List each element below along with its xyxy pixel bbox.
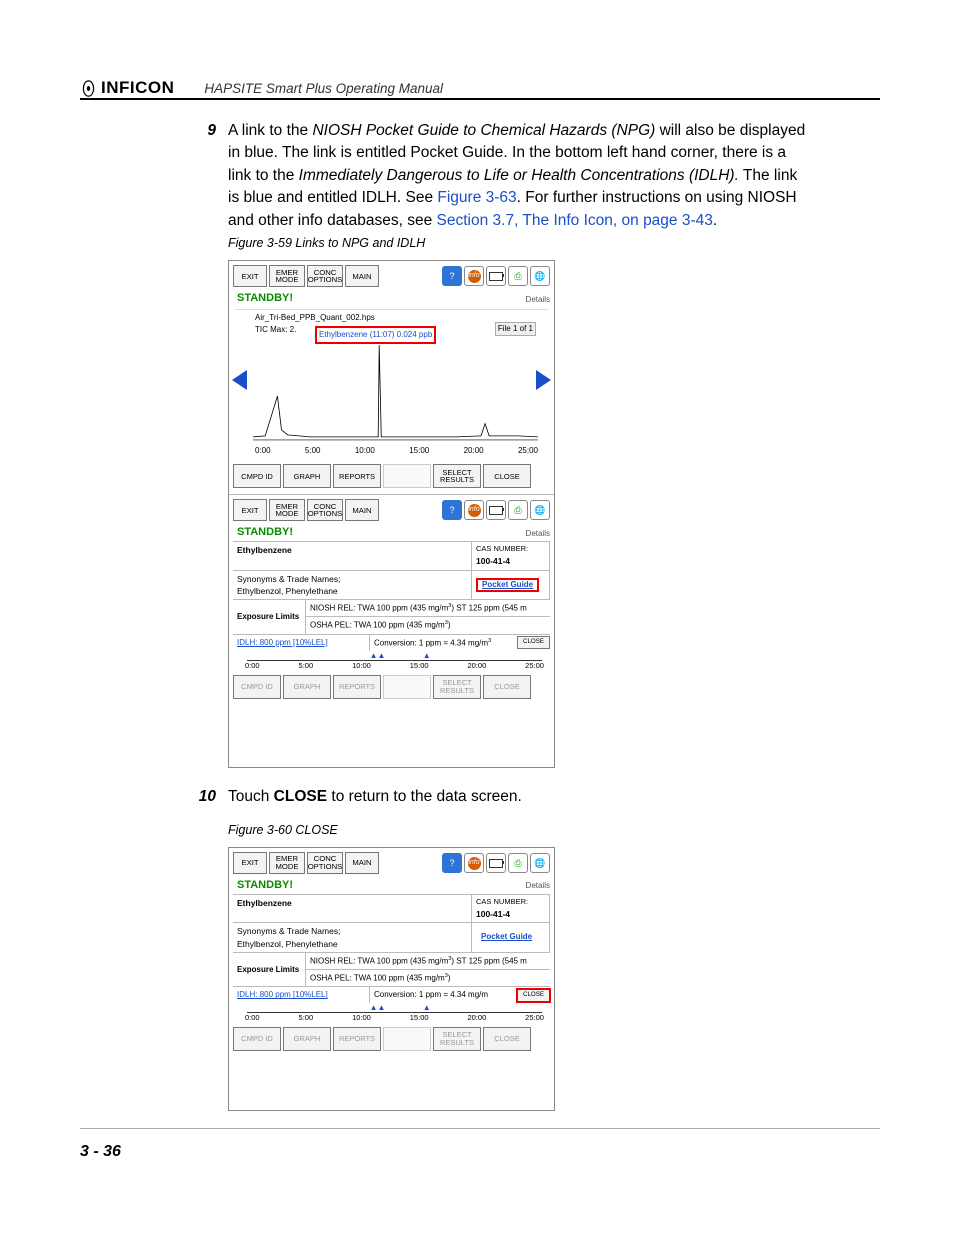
globe-icon[interactable]: 🌐: [530, 853, 550, 873]
section-ref-link[interactable]: Section 3.7, The Info Icon, on page 3-43: [437, 212, 713, 229]
step-body: A link to the NIOSH Pocket Guide to Chem…: [228, 120, 812, 256]
pocket-guide-link[interactable]: Pocket Guide: [476, 930, 537, 944]
figure-3-60: EXIT EMER MODE CONC OPTIONS MAIN ? info …: [228, 847, 555, 1111]
bottom-toolbar: CMPD ID GRAPH REPORTS SELECT RESULTS CLO…: [229, 460, 554, 492]
battery-icon: [486, 500, 506, 520]
conversion-value: Conversion: 1 ppm = 4.34 mg/m: [370, 987, 517, 1003]
exposure-limits-label: Exposure Limits: [233, 953, 306, 987]
printer-icon[interactable]: ⎙: [508, 853, 528, 873]
emer-mode-button[interactable]: EMER MODE: [269, 499, 305, 521]
graph-button: GRAPH: [283, 675, 331, 699]
chromatogram-chart: Air_Tri-Bed_PPB_Quant_002.hpsTIC Max: 2.…: [235, 309, 548, 460]
help-icon[interactable]: ?: [442, 266, 462, 286]
close-button: CLOSE: [483, 675, 531, 699]
step-number: 10: [192, 786, 216, 843]
printer-icon[interactable]: ⎙: [508, 500, 528, 520]
select-results-button: SELECT RESULTS: [433, 675, 481, 699]
details-link[interactable]: Details: [526, 880, 550, 892]
file-counter: File 1 of 1: [495, 322, 536, 336]
select-results-button: SELECT RESULTS: [433, 1027, 481, 1051]
synonyms: Synonyms & Trade Names; Ethylbenzol, Phe…: [233, 571, 472, 600]
figure-caption: Figure 3-59 Links to NPG and IDLH: [228, 234, 812, 252]
idlh-link[interactable]: IDLH: 800 ppm [10%LEL]: [233, 635, 370, 651]
cas-number: CAS NUMBER: 100-41-4: [472, 895, 550, 922]
conc-options-button[interactable]: CONC OPTIONS: [307, 265, 343, 287]
exit-button[interactable]: EXIT: [233, 265, 267, 287]
globe-icon[interactable]: 🌐: [530, 266, 550, 286]
idlh-link[interactable]: IDLH: 800 ppm [10%LEL]: [233, 987, 370, 1003]
emer-mode-button[interactable]: EMER MODE: [269, 852, 305, 874]
cas-number: CAS NUMBER: 100-41-4: [472, 542, 550, 569]
help-icon[interactable]: ?: [442, 500, 462, 520]
manual-title: HAPSITE Smart Plus Operating Manual: [204, 81, 443, 98]
top-toolbar: EXIT EMER MODE CONC OPTIONS MAIN ? info …: [229, 261, 554, 289]
info-icon[interactable]: info: [464, 266, 484, 286]
close-button[interactable]: CLOSE: [483, 464, 531, 488]
info-close-button[interactable]: CLOSE: [517, 989, 550, 1002]
exposure-limits-values: NIOSH REL: TWA 100 ppm (435 mg/m3) ST 12…: [306, 953, 550, 987]
exit-button[interactable]: EXIT: [233, 499, 267, 521]
compound-name: Ethylbenzene: [233, 895, 472, 922]
standby-status: STANDBY!: [237, 525, 293, 541]
battery-icon: [486, 266, 506, 286]
exposure-limits-values: NIOSH REL: TWA 100 ppm (435 mg/m3) ST 12…: [306, 600, 550, 634]
details-link[interactable]: Details: [526, 528, 550, 540]
timeline: ▲▲ ▲ 0:005:0010:0015:0020:0025:00: [235, 1003, 548, 1023]
reports-button: REPORTS: [333, 675, 381, 699]
exposure-limits-label: Exposure Limits: [233, 600, 306, 634]
emer-mode-button[interactable]: EMER MODE: [269, 265, 305, 287]
reports-button: REPORTS: [333, 1027, 381, 1051]
timeline: ▲▲ ▲ 0:005:0010:0015:0020:0025:00: [235, 651, 548, 671]
blank-button: [383, 1027, 431, 1051]
graph-button[interactable]: GRAPH: [283, 464, 331, 488]
step-body: Touch CLOSE to return to the data screen…: [228, 786, 812, 843]
main-button[interactable]: MAIN: [345, 265, 379, 287]
conc-options-button[interactable]: CONC OPTIONS: [307, 499, 343, 521]
cmpd-id-button[interactable]: CMPD ID: [233, 464, 281, 488]
standby-status: STANDBY!: [237, 878, 293, 894]
battery-icon: [486, 853, 506, 873]
figure-ref-link[interactable]: Figure 3-63: [437, 189, 516, 206]
info-icon[interactable]: info: [464, 853, 484, 873]
main-button[interactable]: MAIN: [345, 852, 379, 874]
figure-caption: Figure 3-60 CLOSE: [228, 821, 812, 839]
exit-button[interactable]: EXIT: [233, 852, 267, 874]
cmpd-id-button: CMPD ID: [233, 675, 281, 699]
help-icon[interactable]: ?: [442, 853, 462, 873]
blank-button: [383, 464, 431, 488]
cmpd-id-button: CMPD ID: [233, 1027, 281, 1051]
reports-button[interactable]: REPORTS: [333, 464, 381, 488]
blank-button: [383, 675, 431, 699]
page-number: 3 - 36: [80, 1143, 121, 1161]
brand-logo: INFICON: [80, 78, 174, 98]
close-button: CLOSE: [483, 1027, 531, 1051]
select-results-button[interactable]: SELECT RESULTS: [433, 464, 481, 488]
info-close-button[interactable]: CLOSE: [517, 636, 550, 649]
conc-options-button[interactable]: CONC OPTIONS: [307, 852, 343, 874]
compound-name: Ethylbenzene: [233, 542, 472, 569]
graph-button: GRAPH: [283, 1027, 331, 1051]
main-button[interactable]: MAIN: [345, 499, 379, 521]
figure-3-59: EXIT EMER MODE CONC OPTIONS MAIN ? info …: [228, 260, 555, 768]
info-icon[interactable]: info: [464, 500, 484, 520]
synonyms: Synonyms & Trade Names; Ethylbenzol, Phe…: [233, 923, 472, 952]
next-arrow-icon[interactable]: [536, 370, 551, 390]
globe-icon[interactable]: 🌐: [530, 500, 550, 520]
step-number: 9: [192, 120, 216, 256]
pocket-guide-link[interactable]: Pocket Guide: [476, 578, 539, 592]
conversion-value: Conversion: 1 ppm = 4.34 mg/m3: [370, 635, 517, 651]
printer-icon[interactable]: ⎙: [508, 266, 528, 286]
prev-arrow-icon[interactable]: [232, 370, 247, 390]
details-link[interactable]: Details: [526, 294, 550, 306]
standby-status: STANDBY!: [237, 291, 293, 307]
